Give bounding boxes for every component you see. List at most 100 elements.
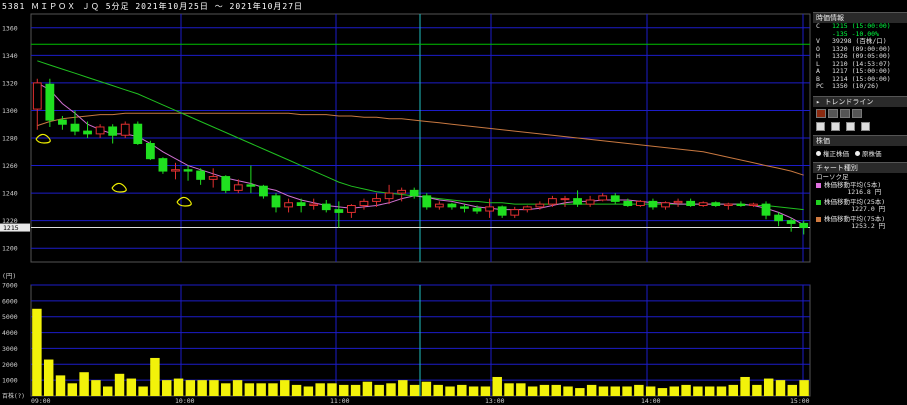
trend-channel-icon[interactable] bbox=[840, 108, 850, 118]
annotation-scribble bbox=[111, 182, 127, 193]
volume-bar bbox=[527, 386, 538, 396]
volume-bar bbox=[657, 388, 668, 396]
color-icon[interactable] bbox=[816, 121, 825, 131]
candle-body bbox=[95, 126, 105, 135]
volume-bar bbox=[150, 357, 160, 396]
volume-bar bbox=[480, 386, 491, 396]
chart-kind-value[interactable]: ローソク足 bbox=[813, 173, 907, 181]
volume-bar bbox=[669, 386, 679, 396]
trendline-tools bbox=[813, 107, 907, 120]
candle-body bbox=[510, 209, 520, 216]
candle-body bbox=[497, 206, 507, 216]
radio-adjusted[interactable]: 権正株価 bbox=[816, 148, 849, 158]
save-icon[interactable] bbox=[861, 121, 870, 131]
volume-tick-label: 7000 bbox=[2, 282, 18, 290]
volume-bar bbox=[185, 380, 196, 396]
quote-key: PC bbox=[816, 82, 824, 90]
candle-body bbox=[372, 198, 381, 202]
volume-bar bbox=[102, 386, 113, 396]
candle-body bbox=[83, 130, 92, 135]
quote-row: PC 1350 (10/26) bbox=[813, 82, 907, 91]
stock-chart[interactable]: 1360134013201300128012601240122012007000… bbox=[0, 0, 813, 405]
legend-item[interactable]: 株価移動平均(5本) 1216.8 円 bbox=[813, 181, 907, 198]
volume-bar bbox=[681, 384, 691, 396]
candle-body bbox=[485, 206, 494, 212]
volume-bar bbox=[374, 384, 384, 396]
price-tick-label: 1260 bbox=[2, 162, 18, 170]
trendline-header[interactable]: ▸ トレンドライン bbox=[813, 95, 907, 107]
quote-list: C 1215 (15:00:00) -135 -10.00% V 39298 (百株/口… bbox=[813, 22, 907, 91]
volume-bar bbox=[516, 383, 526, 396]
volume-unit-label: 百株(?) bbox=[2, 392, 25, 400]
volume-bar bbox=[386, 383, 396, 396]
time-tick-label: 10:00 bbox=[175, 397, 195, 405]
volume-bar bbox=[221, 383, 231, 396]
volume-bar bbox=[716, 386, 727, 396]
trendline-label: トレンドライン bbox=[824, 97, 874, 106]
chart-kind-header: チャート種別 bbox=[813, 161, 907, 173]
candle-body bbox=[585, 199, 595, 205]
volume-tick-label: 1000 bbox=[2, 377, 18, 385]
legend-item[interactable]: 株価移動平均(75本) 1253.2 円 bbox=[813, 215, 907, 232]
volume-bar bbox=[551, 384, 561, 396]
candle-body bbox=[347, 205, 356, 213]
candle-body bbox=[761, 203, 771, 216]
candle-body bbox=[58, 119, 67, 125]
radio-dot-icon bbox=[816, 150, 821, 156]
trend-erase-icon[interactable] bbox=[852, 108, 862, 118]
legend-value: 1227.0 円 bbox=[851, 205, 886, 213]
candle-body bbox=[296, 202, 306, 207]
tool-icons bbox=[813, 120, 907, 133]
radio-original[interactable]: 原株価 bbox=[855, 148, 882, 158]
candle-body bbox=[422, 195, 432, 208]
candle-body bbox=[32, 82, 42, 110]
volume-bar bbox=[704, 386, 715, 396]
quote-key: C bbox=[816, 22, 820, 30]
volume-bar bbox=[586, 384, 597, 396]
trend-draw-icon[interactable] bbox=[816, 108, 826, 118]
volume-bar bbox=[539, 384, 550, 396]
side-panel: 時価情報 C 1215 (15:00:00) -135 -10.00% V 39298 … bbox=[813, 0, 907, 405]
candle-body bbox=[334, 209, 344, 213]
candle-body bbox=[120, 123, 130, 136]
annotation-scribble bbox=[35, 133, 51, 144]
volume-bar bbox=[55, 375, 66, 396]
volume-bar bbox=[693, 386, 703, 396]
volume-bar bbox=[291, 384, 302, 396]
volume-bar bbox=[67, 383, 78, 396]
time-tick-label: 14:00 bbox=[641, 397, 661, 405]
candle-body bbox=[460, 206, 469, 209]
quote-value: 1350 (10/26) bbox=[832, 82, 879, 90]
candle-body bbox=[259, 185, 268, 197]
volume-bar bbox=[91, 380, 101, 396]
volume-bar bbox=[563, 386, 573, 396]
candle-body bbox=[45, 83, 55, 121]
candle-body bbox=[384, 192, 394, 200]
candle-body bbox=[434, 203, 444, 208]
candle-body bbox=[799, 222, 809, 229]
candle-body bbox=[196, 170, 206, 180]
volume-bar bbox=[209, 380, 219, 396]
kabuka-header: 株価 bbox=[813, 134, 907, 146]
volume-bar bbox=[303, 386, 314, 396]
time-tick-label: 09:00 bbox=[31, 397, 51, 405]
volume-bar bbox=[799, 380, 809, 396]
legend-item[interactable]: 株価移動平均(25本) 1227.0 円 bbox=[813, 198, 907, 215]
candle-body bbox=[774, 214, 783, 222]
delete-icon[interactable] bbox=[831, 121, 840, 131]
print-icon[interactable] bbox=[846, 121, 855, 131]
candle-body bbox=[598, 195, 608, 201]
trend-hline-icon[interactable] bbox=[828, 108, 838, 118]
candle-body bbox=[610, 195, 620, 202]
candle-body bbox=[786, 220, 796, 224]
volume-bar bbox=[445, 386, 455, 396]
candle-body bbox=[158, 158, 168, 172]
candle-body bbox=[472, 207, 482, 212]
annotation-scribble bbox=[176, 196, 192, 207]
volume-tick-label: 4000 bbox=[2, 329, 18, 337]
candle-body bbox=[749, 203, 758, 207]
price-tick-label: 1300 bbox=[2, 107, 18, 115]
candle-body bbox=[171, 169, 180, 172]
volume-bar bbox=[126, 378, 137, 396]
radio-dot-icon bbox=[855, 150, 860, 156]
